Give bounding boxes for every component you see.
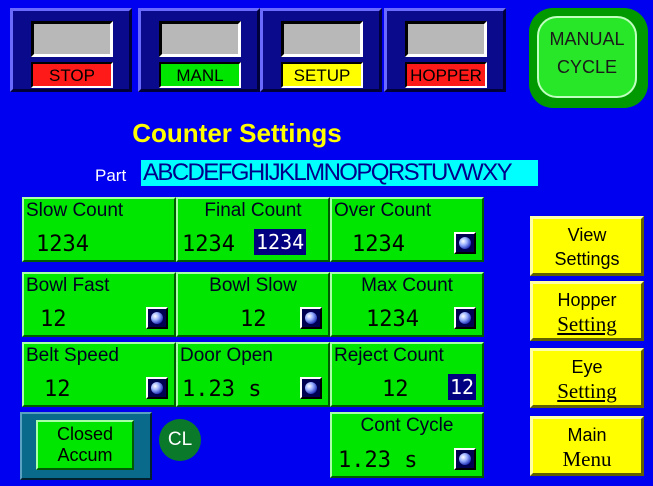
slow-count-value: 1234 bbox=[36, 232, 89, 257]
knob-icon[interactable] bbox=[454, 232, 476, 254]
closed-accum-label-1: Closed bbox=[56, 424, 114, 444]
closed-accum-button[interactable]: Closed Accum bbox=[36, 420, 134, 470]
stop-label: STOP bbox=[31, 62, 113, 88]
final-count-value: 1234 bbox=[182, 232, 235, 257]
knob-icon[interactable] bbox=[300, 307, 322, 329]
knob-icon[interactable] bbox=[454, 307, 476, 329]
mode-button-manual[interactable]: MANL bbox=[138, 8, 260, 92]
closed-accum-label-2: Accum bbox=[57, 445, 113, 465]
mode-button-setup[interactable]: SETUP bbox=[260, 8, 382, 92]
belt-speed-value: 12 bbox=[44, 377, 71, 402]
closed-accum-frame: Closed Accum bbox=[20, 412, 152, 480]
main-menu-button[interactable]: Main Menu bbox=[530, 416, 644, 476]
bowl-slow-cell: Bowl Slow 12 bbox=[176, 272, 330, 337]
hopper-setting-button[interactable]: Hopper Setting bbox=[530, 281, 644, 341]
cont-cycle-label: Cont Cycle bbox=[360, 415, 454, 436]
hopper-setting-label-2: Setting bbox=[557, 312, 617, 336]
cont-cycle-cell: Cont Cycle 1.23 s bbox=[330, 412, 484, 478]
knob-icon[interactable] bbox=[300, 377, 322, 399]
max-count-value: 1234 bbox=[366, 307, 419, 332]
over-count-cell: Over Count 1234 bbox=[330, 197, 484, 262]
knob-icon[interactable] bbox=[146, 377, 168, 399]
bowl-slow-value: 12 bbox=[240, 307, 267, 332]
part-label: Part bbox=[95, 166, 127, 185]
cont-cycle-value: 1.23 s bbox=[338, 448, 418, 473]
slow-count-label: Slow Count bbox=[26, 200, 124, 221]
bowl-fast-cell: Bowl Fast 12 bbox=[22, 272, 176, 337]
bowl-slow-label: Bowl Slow bbox=[209, 275, 297, 296]
reject-count-cell: Reject Count 12 12 bbox=[330, 342, 484, 407]
final-count-input[interactable]: 1234 bbox=[254, 229, 307, 255]
reject-count-input[interactable]: 12 bbox=[448, 374, 477, 400]
over-count-label: Over Count bbox=[334, 200, 432, 221]
belt-speed-cell: Belt Speed 12 bbox=[22, 342, 176, 407]
view-settings-button[interactable]: View Settings bbox=[530, 216, 644, 276]
knob-icon[interactable] bbox=[146, 307, 168, 329]
slow-count-cell: Slow Count 1234 bbox=[22, 197, 176, 262]
part-name-field[interactable]: ABCDEFGHIJKLMNOPQRSTUVWXY bbox=[141, 160, 538, 186]
stop-lamp bbox=[31, 21, 113, 57]
manual-cycle-button[interactable]: MANUAL CYCLE bbox=[529, 8, 648, 108]
bowl-fast-value: 12 bbox=[40, 307, 67, 332]
setup-lamp bbox=[281, 21, 363, 57]
main-menu-label-1: Main bbox=[567, 425, 607, 445]
door-open-label: Door Open bbox=[180, 345, 273, 366]
setup-label: SETUP bbox=[281, 62, 363, 88]
max-count-cell: Max Count 1234 bbox=[330, 272, 484, 337]
over-count-value: 1234 bbox=[352, 232, 405, 257]
eye-setting-button[interactable]: Eye Setting bbox=[530, 348, 644, 408]
belt-speed-label: Belt Speed bbox=[26, 345, 119, 366]
mode-button-stop[interactable]: STOP bbox=[10, 8, 132, 92]
reject-count-value: 12 bbox=[382, 377, 409, 402]
page-title: Counter Settings bbox=[132, 118, 342, 148]
hmi-screen: STOP MANL SETUP HOPPER MANUAL CYCLE Coun… bbox=[0, 0, 653, 486]
reject-count-label: Reject Count bbox=[334, 345, 444, 366]
view-settings-label-2: Settings bbox=[554, 249, 620, 269]
hopper-lamp bbox=[405, 21, 487, 57]
knob-icon[interactable] bbox=[454, 448, 476, 470]
eye-setting-label-1: Eye bbox=[571, 357, 603, 377]
door-open-cell: Door Open 1.23 s bbox=[176, 342, 330, 407]
bowl-fast-label: Bowl Fast bbox=[26, 275, 110, 296]
mode-button-hopper[interactable]: HOPPER bbox=[384, 8, 506, 92]
manual-cycle-face: MANUAL CYCLE bbox=[537, 16, 637, 98]
manual-label: MANL bbox=[159, 62, 241, 88]
hopper-setting-label-1: Hopper bbox=[557, 290, 617, 310]
view-settings-label-1: View bbox=[567, 225, 607, 245]
manual-cycle-label-2: CYCLE bbox=[556, 57, 618, 77]
hopper-label: HOPPER bbox=[405, 62, 487, 88]
door-open-value: 1.23 s bbox=[182, 377, 262, 402]
eye-setting-label-2: Setting bbox=[557, 379, 617, 403]
final-count-cell: Final Count 1234 1234 bbox=[176, 197, 330, 262]
main-menu-label-2: Menu bbox=[562, 447, 612, 471]
cl-indicator: CL bbox=[159, 419, 201, 461]
manual-lamp bbox=[159, 21, 241, 57]
max-count-label: Max Count bbox=[361, 275, 453, 296]
manual-cycle-label-1: MANUAL bbox=[549, 29, 625, 49]
final-count-label: Final Count bbox=[204, 200, 302, 221]
